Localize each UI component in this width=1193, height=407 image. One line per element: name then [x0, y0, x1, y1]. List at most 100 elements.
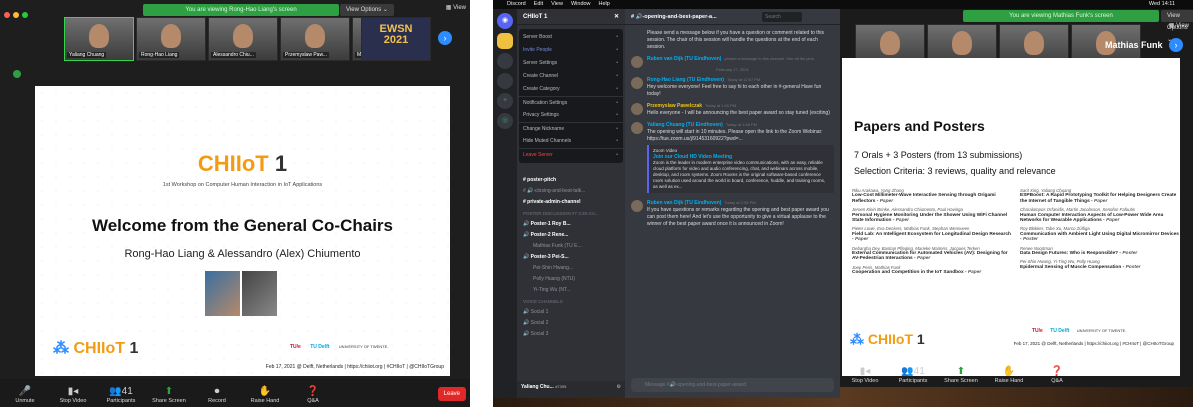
channel-item[interactable]: 🔊 Poster-2 Rene... [517, 230, 625, 241]
channel-item[interactable]: 🔊 Social 3 [517, 329, 625, 340]
server-icon[interactable] [497, 53, 513, 69]
server-menu-item[interactable]: Invite People • [519, 44, 623, 57]
participant-tile[interactable]: Przemyslaw Paw... [280, 17, 350, 61]
q-a-button[interactable]: ❓ Q&A [1040, 366, 1074, 384]
mac-menu-item[interactable]: View [551, 1, 563, 7]
avatar[interactable] [631, 56, 643, 68]
avatar[interactable] [631, 77, 643, 89]
channel-item[interactable]: Mathias Funk (TU E... [517, 241, 625, 252]
server-list: ◉ + ◎ [493, 9, 517, 398]
participant-tile[interactable]: Alessandro Chiu... [208, 17, 278, 61]
mac-menu-item[interactable]: Discord [507, 1, 526, 7]
server-menu-item[interactable]: Notification Settings • [519, 96, 623, 109]
avatar[interactable] [631, 103, 643, 115]
share-screen-button[interactable]: ⬆ Share Screen [944, 366, 978, 384]
message-author[interactable]: Przemyslaw Pawelczak [647, 103, 702, 109]
presenter-name: Mathias Funk [1105, 40, 1163, 50]
message-input[interactable]: Message #🔊-opening-and-best-paper-award [631, 378, 834, 392]
window-controls[interactable] [4, 5, 31, 23]
server-menu-item[interactable]: Privacy Settings • [519, 109, 623, 122]
unmute-button[interactable]: 🎤 Unmute [8, 386, 42, 404]
view-button[interactable]: ▦ View [1169, 22, 1189, 29]
share-screen-button[interactable]: ⬆ Share Screen [152, 386, 186, 404]
stop-video-button[interactable]: ▮◂ Stop Video [848, 366, 882, 384]
discord-window: ◉ + ◎ CHIIoT 1 ✕ Server Boost • Invite Peo… [493, 9, 840, 398]
settings-icon[interactable]: ⚙ [617, 384, 621, 390]
channel-item[interactable]: # 🔊-closing-and-best-talk... [517, 186, 625, 197]
channel-item[interactable]: Yi-Ting Wu (NT... [517, 285, 625, 296]
raise-hand-button[interactable]: ✋ Raise Hand [248, 386, 282, 404]
mac-menu-item[interactable]: Window [571, 1, 591, 7]
next-page-icon[interactable]: › [438, 31, 452, 45]
q-a-button[interactable]: ❓ Q&A [296, 386, 330, 404]
avatar[interactable] [631, 200, 643, 212]
qa-icon: ❓ [306, 386, 320, 397]
participants-icon: 👥41 [109, 386, 133, 397]
search-input[interactable]: Search [762, 12, 802, 22]
leave-button[interactable]: Leave [437, 387, 466, 401]
channel-item[interactable]: Pei-Shin Hwang... [517, 263, 625, 274]
channel-item[interactable]: Polly Huang (NTU) [517, 274, 625, 285]
chair-photo-1 [205, 271, 240, 316]
minimize-dot[interactable] [13, 12, 19, 18]
toolbar-label: Stop Video [59, 398, 87, 404]
server-icon[interactable] [497, 73, 513, 89]
view-options-button[interactable]: View Options ⌄ [1161, 10, 1193, 43]
menu-item-label: Hide Muted Channels [523, 138, 572, 144]
participants-button[interactable]: 👥41 Participants [104, 386, 138, 404]
server-menu-item[interactable]: Create Category • [519, 83, 623, 96]
view-label: View [1176, 23, 1189, 29]
server-name[interactable]: CHIIoT 1 ✕ [517, 9, 625, 25]
message-author[interactable]: Ruben van Dijk (TU Eindhoven) [647, 56, 721, 62]
close-dot[interactable] [4, 12, 10, 18]
participants-button[interactable]: 👥41 Participants [896, 366, 930, 384]
channel-item[interactable]: 🔊 Poster-3 Pei-S... [517, 252, 625, 263]
participant-tile[interactable]: Yaliang Chuang [64, 17, 134, 61]
message-author[interactable]: Rong-Hao Liang (TU Eindhoven) [647, 77, 724, 83]
link-embed[interactable]: Zoom Video Join our Cloud HD Video Meetin… [647, 145, 834, 193]
server-menu-item[interactable]: Create Channel • [519, 70, 623, 83]
channel-item[interactable]: 🔊 Social 2 [517, 318, 625, 329]
maximize-dot[interactable] [22, 12, 28, 18]
chat-message: Ruben van Dijk (TU Eindhoven) pinned a me… [625, 53, 840, 68]
server-menu-item[interactable]: Server Boost • [519, 31, 623, 44]
participant-tile[interactable]: Rong-Hao Liang [136, 17, 206, 61]
paper-type: Paper [967, 270, 982, 276]
viewing-banner: You are viewing Rong-Hao Liang's screen [143, 4, 339, 16]
view-button[interactable]: ▦ View [446, 4, 466, 11]
embed-body: Zoom is the leader in modern enterprise … [653, 160, 826, 189]
avatar[interactable] [631, 122, 643, 134]
channel-item[interactable]: 🔊 Poster-1 Roy B... [517, 219, 625, 230]
raise-hand-button[interactable]: ✋ Raise Hand [992, 366, 1026, 384]
message-timestamp: pinned a message to this channel. See al… [724, 56, 815, 61]
video-camera-icon: ▮◂ [859, 366, 871, 377]
channel-item[interactable]: # private-admin-channel [517, 197, 625, 208]
server-menu-item[interactable]: Server Settings • [519, 57, 623, 70]
user-tag: #7395 [555, 384, 567, 389]
stop-video-button[interactable]: ▮◂ Stop Video [56, 386, 90, 404]
mac-menu-item[interactable]: Help [599, 1, 610, 7]
mac-menu-item[interactable]: Edit [534, 1, 543, 7]
channel-item[interactable]: # poster-pitch [517, 175, 625, 186]
message-author[interactable]: Ruben van Dijk (TU Eindhoven) [647, 200, 721, 206]
explore-servers-icon[interactable]: ◎ [497, 113, 513, 129]
toolbar-label: Participants [106, 398, 136, 404]
server-menu-item[interactable]: Hide Muted Channels • [519, 135, 623, 148]
record-button[interactable]: ⏺ Record [200, 386, 234, 404]
message-author[interactable]: Yaliang Chuang (TU Eindhoven) [647, 122, 723, 128]
next-page-icon[interactable]: › [1169, 38, 1183, 52]
chiiot-small-logo-text: CHIIoT [73, 340, 125, 357]
sponsor-logos: TU/e TU Delft UNIVERSITY OF TWENTE. [290, 344, 388, 350]
message-timestamp: Today at 1:48 PM [725, 122, 757, 127]
server-menu-item[interactable]: Change Nickname • [519, 122, 623, 135]
server-menu-item[interactable]: Leave Server • [519, 148, 623, 161]
user-name[interactable]: Yaliang Chu... [521, 384, 554, 390]
toolbar-label: Q&A [1051, 378, 1063, 384]
discord-home-icon[interactable]: ◉ [497, 13, 513, 29]
add-server-icon[interactable]: + [497, 93, 513, 109]
channel-item[interactable]: 🔊 Social 1 [517, 307, 625, 318]
close-icon[interactable]: ✕ [614, 9, 619, 25]
chiiot-server-icon[interactable] [497, 33, 513, 49]
view-options-button[interactable]: View Options ⌄ [340, 4, 394, 16]
